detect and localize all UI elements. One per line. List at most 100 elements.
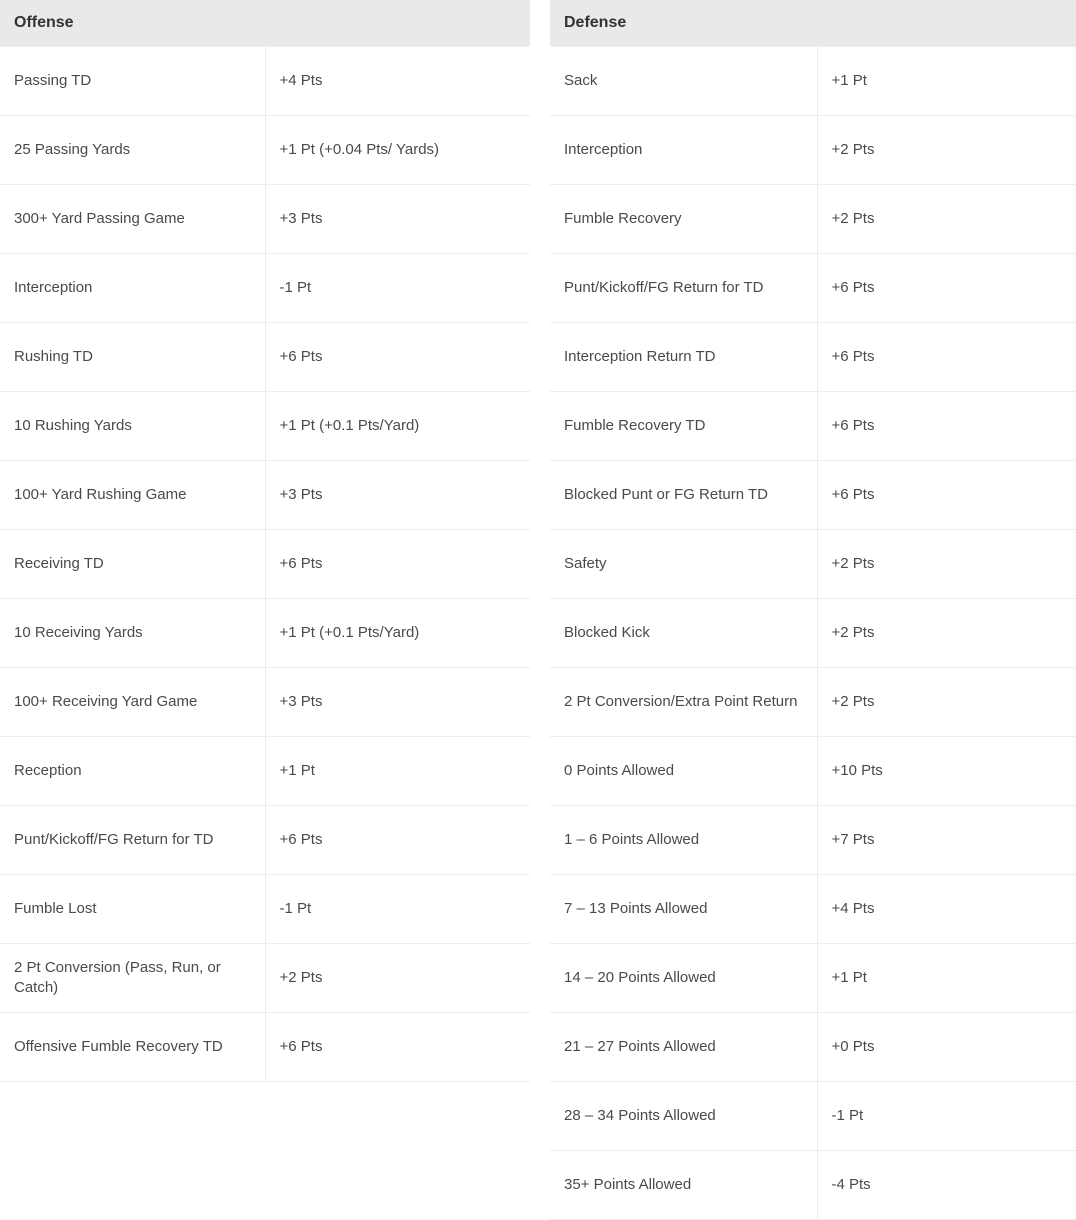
scoring-event-label: Rushing TD xyxy=(0,322,266,392)
scoring-event-points: +2 Pts xyxy=(817,529,1076,599)
scoring-event-points: +3 Pts xyxy=(265,460,530,530)
scoring-event-points: +6 Pts xyxy=(817,391,1076,461)
table-row: Offensive Fumble Recovery TD +6 Pts xyxy=(0,1012,530,1082)
table-row: Rushing TD +6 Pts xyxy=(0,322,530,392)
scoring-event-points: -1 Pt xyxy=(817,1081,1076,1151)
table-row: Interception +2 Pts xyxy=(550,115,1076,185)
scoring-event-points: +1 Pt (+0.1 Pts/Yard) xyxy=(265,391,530,461)
offense-panel: Offense Passing TD +4 Pts 25 Passing Yards… xyxy=(0,0,530,1082)
table-row: Receiving TD +6 Pts xyxy=(0,529,530,599)
scoring-event-label: Blocked Kick xyxy=(550,598,818,668)
scoring-event-label: 35+ Points Allowed xyxy=(550,1150,818,1220)
scoring-event-label: 0 Points Allowed xyxy=(550,736,818,806)
scoring-event-label: Fumble Lost xyxy=(0,874,266,944)
scoring-event-points: -1 Pt xyxy=(265,874,530,944)
scoring-event-points: -1 Pt xyxy=(265,253,530,323)
table-row: 100+ Yard Rushing Game +3 Pts xyxy=(0,460,530,530)
table-row: 100+ Receiving Yard Game +3 Pts xyxy=(0,667,530,737)
scoring-event-label: Punt/Kickoff/FG Return for TD xyxy=(0,805,266,875)
scoring-event-points: +0 Pts xyxy=(817,1012,1076,1082)
table-row: 1 – 6 Points Allowed +7 Pts xyxy=(550,805,1076,875)
scoring-event-points: +1 Pt (+0.1 Pts/Yard) xyxy=(265,598,530,668)
scoring-event-points: +2 Pts xyxy=(265,943,530,1013)
scoring-event-label: 100+ Receiving Yard Game xyxy=(0,667,266,737)
scoring-event-points: +6 Pts xyxy=(265,1012,530,1082)
table-row: Fumble Recovery TD +6 Pts xyxy=(550,391,1076,461)
scoring-event-label: 2 Pt Conversion (Pass, Run, or Catch) xyxy=(0,943,266,1013)
scoring-event-points: +4 Pts xyxy=(817,874,1076,944)
table-row: 2 Pt Conversion/Extra Point Return +2 Pts xyxy=(550,667,1076,737)
table-row: Punt/Kickoff/FG Return for TD +6 Pts xyxy=(550,253,1076,323)
scoring-event-points: +2 Pts xyxy=(817,667,1076,737)
table-row: 21 – 27 Points Allowed +0 Pts xyxy=(550,1012,1076,1082)
scoring-event-label: 25 Passing Yards xyxy=(0,115,266,185)
scoring-event-points: +2 Pts xyxy=(817,598,1076,668)
scoring-event-points: +1 Pt xyxy=(265,736,530,806)
scoring-event-label: Blocked Punt or FG Return TD xyxy=(550,460,818,530)
table-row: 10 Rushing Yards +1 Pt (+0.1 Pts/Yard) xyxy=(0,391,530,461)
scoring-event-label: 100+ Yard Rushing Game xyxy=(0,460,266,530)
defense-panel: Defense Sack +1 Pt Interception +2 Pts Fumbl… xyxy=(550,0,1076,1220)
table-row: Interception -1 Pt xyxy=(0,253,530,323)
scoring-event-points: +3 Pts xyxy=(265,667,530,737)
table-row: Blocked Punt or FG Return TD +6 Pts xyxy=(550,460,1076,530)
table-row: 7 – 13 Points Allowed +4 Pts xyxy=(550,874,1076,944)
scoring-event-points: +6 Pts xyxy=(265,529,530,599)
scoring-event-label: Reception xyxy=(0,736,266,806)
table-row: 25 Passing Yards +1 Pt (+0.04 Pts/ Yards) xyxy=(0,115,530,185)
scoring-event-label: Interception xyxy=(0,253,266,323)
offense-table-body: Passing TD +4 Pts 25 Passing Yards +1 Pt (+… xyxy=(0,46,530,1082)
scoring-event-points: +1 Pt xyxy=(817,46,1076,116)
scoring-event-points: -4 Pts xyxy=(817,1150,1076,1220)
scoring-event-label: 2 Pt Conversion/Extra Point Return xyxy=(550,667,818,737)
scoring-event-points: +2 Pts xyxy=(817,115,1076,185)
table-row: Fumble Recovery +2 Pts xyxy=(550,184,1076,254)
scoring-event-label: 21 – 27 Points Allowed xyxy=(550,1012,818,1082)
offense-scoring-table: Offense Passing TD +4 Pts 25 Passing Yards… xyxy=(0,0,530,1082)
table-row: 0 Points Allowed +10 Pts xyxy=(550,736,1076,806)
table-row: 14 – 20 Points Allowed +1 Pt xyxy=(550,943,1076,1013)
table-row: 2 Pt Conversion (Pass, Run, or Catch) +2 … xyxy=(0,943,530,1013)
scoring-event-label: Interception Return TD xyxy=(550,322,818,392)
scoring-event-label: 7 – 13 Points Allowed xyxy=(550,874,818,944)
table-row: 300+ Yard Passing Game +3 Pts xyxy=(0,184,530,254)
table-gutter xyxy=(530,0,550,809)
scoring-event-label: Fumble Recovery TD xyxy=(550,391,818,461)
table-row: Punt/Kickoff/FG Return for TD +6 Pts xyxy=(0,805,530,875)
table-row: Blocked Kick +2 Pts xyxy=(550,598,1076,668)
defense-scoring-table: Defense Sack +1 Pt Interception +2 Pts Fumbl… xyxy=(550,0,1076,1220)
scoring-event-points: +1 Pt xyxy=(817,943,1076,1013)
scoring-event-points: +2 Pts xyxy=(817,184,1076,254)
scoring-event-points: +6 Pts xyxy=(265,805,530,875)
scoring-event-points: +10 Pts xyxy=(817,736,1076,806)
table-row: Passing TD +4 Pts xyxy=(0,46,530,116)
table-row: 35+ Points Allowed -4 Pts xyxy=(550,1150,1076,1220)
scoring-event-points: +1 Pt (+0.04 Pts/ Yards) xyxy=(265,115,530,185)
offense-table-title: Offense xyxy=(0,0,530,46)
table-row: Safety +2 Pts xyxy=(550,529,1076,599)
scoring-event-points: +7 Pts xyxy=(817,805,1076,875)
scoring-event-label: 10 Rushing Yards xyxy=(0,391,266,461)
scoring-event-points: +3 Pts xyxy=(265,184,530,254)
scoring-event-label: Offensive Fumble Recovery TD xyxy=(0,1012,266,1082)
scoring-event-label: Fumble Recovery xyxy=(550,184,818,254)
scoring-event-label: Passing TD xyxy=(0,46,266,116)
table-row: Reception +1 Pt xyxy=(0,736,530,806)
scoring-event-label: Receiving TD xyxy=(0,529,266,599)
scoring-event-label: Punt/Kickoff/FG Return for TD xyxy=(550,253,818,323)
scoring-event-points: +6 Pts xyxy=(817,460,1076,530)
scoring-event-label: Sack xyxy=(550,46,818,116)
scoring-tables-board: Offense Passing TD +4 Pts 25 Passing Yards… xyxy=(0,0,1076,1220)
defense-table-body: Sack +1 Pt Interception +2 Pts Fumble Recove… xyxy=(550,46,1076,1220)
table-row: 28 – 34 Points Allowed -1 Pt xyxy=(550,1081,1076,1151)
scoring-event-label: Safety xyxy=(550,529,818,599)
defense-table-title: Defense xyxy=(550,0,1076,46)
scoring-event-points: +6 Pts xyxy=(817,322,1076,392)
scoring-event-label: 14 – 20 Points Allowed xyxy=(550,943,818,1013)
scoring-event-label: 10 Receiving Yards xyxy=(0,598,266,668)
table-row: 10 Receiving Yards +1 Pt (+0.1 Pts/Yard) xyxy=(0,598,530,668)
table-row: Sack +1 Pt xyxy=(550,46,1076,116)
scoring-event-points: +6 Pts xyxy=(265,322,530,392)
scoring-event-label: 28 – 34 Points Allowed xyxy=(550,1081,818,1151)
table-row: Fumble Lost -1 Pt xyxy=(0,874,530,944)
